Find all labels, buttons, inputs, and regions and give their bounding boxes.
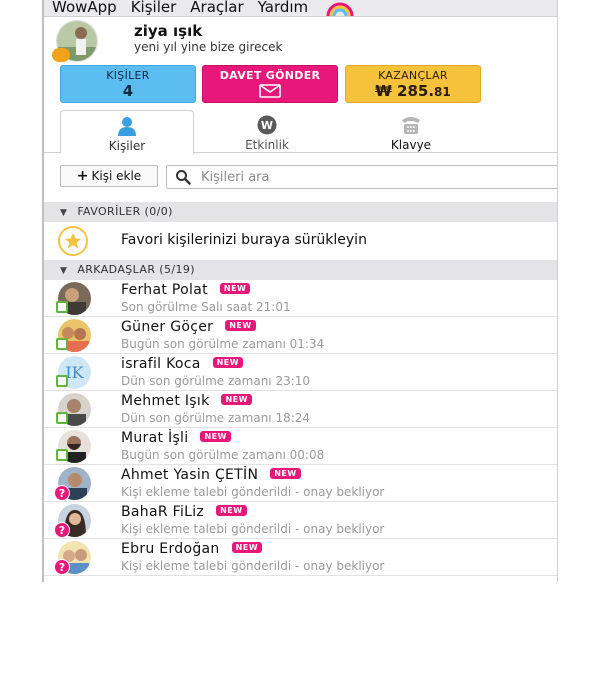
menu-wowapp[interactable]: WowApp [52, 0, 117, 16]
contact-name: israfil Koca NEW [121, 356, 244, 372]
contact-name: Ahmet Yasin ÇETİN NEW [121, 467, 301, 483]
profile-header: ziya ışık yeni yıl yine bize girecek [44, 18, 557, 64]
contact-name-text: Güner Göçer [121, 319, 214, 335]
favorites-section-header[interactable]: ▼ FAVORİLER (0/0) [44, 202, 557, 222]
tab-contacts-label: Kişiler [108, 139, 146, 153]
contact-name-text: BahaR FiLiz [121, 504, 205, 520]
rainbow-logo-icon [326, 2, 354, 16]
contact-row[interactable]: ? Ahmet Yasin ÇETİN NEW Kişi ekleme taleb… [44, 465, 557, 502]
online-status-icon [56, 375, 68, 387]
new-badge: NEW [270, 468, 301, 479]
tab-keypad[interactable]: Klavye [344, 110, 478, 154]
main-tabs: Kişiler W Etkinlik Klavye [44, 108, 557, 154]
contact-request-status: Kişi ekleme talebi gönderildi - onay bek… [121, 559, 385, 573]
person-icon [118, 117, 136, 136]
contact-row[interactable]: ? BahaR FiLiz NEW Kişi ekleme talebi gönd… [44, 502, 557, 539]
send-invite-button[interactable]: DAVET GÖNDER [202, 65, 338, 103]
contact-list: Ferhat Polat NEW Son görülme Salı saat 21… [44, 280, 557, 576]
friends-section-title: ARKADAŞLAR (5/19) [77, 263, 195, 276]
contact-last-seen: Dün son görülme zamanı 23:10 [121, 374, 311, 388]
tab-activity-label: Etkinlik [245, 138, 289, 152]
contacts-count-button[interactable]: KİŞİLER 4 [60, 65, 196, 103]
contact-name: Güner Göçer NEW [121, 319, 256, 335]
search-icon [176, 170, 191, 185]
contact-name: Ebru Erdoğan NEW [121, 541, 263, 557]
search-box[interactable] [166, 165, 557, 189]
profile-name: ziya ışık [134, 22, 203, 40]
svg-text:W: W [261, 119, 273, 132]
star-icon [58, 226, 88, 256]
earnings-cents: 81 [434, 85, 451, 99]
contact-row[interactable]: Ferhat Polat NEW Son görülme Salı saat 21… [44, 280, 557, 317]
contact-request-status: Kişi ekleme talebi gönderildi - onay bek… [121, 522, 385, 536]
contact-last-seen: Bugün son görülme zamanı 01:34 [121, 337, 325, 351]
online-status-icon [56, 301, 68, 313]
away-status-icon [52, 48, 70, 62]
contact-last-seen: Dün son görülme zamanı 18:24 [121, 411, 311, 425]
won-coin-icon: W [257, 115, 277, 135]
contact-request-status: Kişi ekleme talebi gönderildi - onay bek… [121, 485, 385, 499]
online-status-icon [56, 338, 68, 350]
new-badge: NEW [216, 505, 247, 516]
contacts-count-value: 4 [122, 82, 134, 100]
contact-row[interactable]: Mehmet Işık NEW Dün son görülme zamanı 18… [44, 391, 557, 428]
new-badge: NEW [225, 320, 256, 331]
plus-icon: + [76, 168, 89, 184]
contact-name: Ferhat Polat NEW [121, 282, 251, 298]
menu-tools[interactable]: Araçlar [190, 0, 243, 16]
contact-name-text: israfil Koca [121, 356, 201, 372]
collapse-caret-icon: ▼ [60, 266, 68, 276]
online-status-icon [56, 412, 68, 424]
contacts-toolbar: + Kişi ekle [44, 163, 557, 191]
collapse-caret-icon: ▼ [60, 208, 68, 218]
favorites-drop-zone[interactable]: Favori kişilerinizi buraya sürükleyin [44, 222, 557, 259]
contact-name: BahaR FiLiz NEW [121, 504, 247, 520]
won-currency-icon: ₩ [375, 82, 392, 100]
tab-contacts[interactable]: Kişiler [60, 110, 194, 154]
menu-help[interactable]: Yardım [258, 0, 309, 16]
contact-last-seen: Son görülme Salı saat 21:01 [121, 300, 291, 314]
pending-request-icon: ? [54, 522, 70, 538]
contact-row[interactable]: IK israfil Koca NEW Dün son görülme zaman… [44, 354, 557, 391]
new-badge: NEW [221, 394, 252, 405]
contact-name-text: Ebru Erdoğan [121, 541, 220, 557]
contact-row[interactable]: Güner Göçer NEW Bugün son görülme zamanı … [44, 317, 557, 354]
new-badge: NEW [219, 283, 251, 294]
add-contact-button[interactable]: + Kişi ekle [60, 165, 158, 187]
tab-keypad-label: Klavye [390, 138, 432, 152]
add-contact-label: Kişi ekle [91, 169, 142, 183]
new-badge: NEW [200, 431, 231, 442]
tab-activity[interactable]: W Etkinlik [200, 110, 334, 154]
contact-last-seen: Bugün son görülme zamanı 00:08 [121, 448, 325, 462]
menu-bar: WowApp Kişiler Araçlar Yardım [44, 0, 557, 17]
earnings-main: 285. [397, 82, 435, 100]
contact-row[interactable]: Murat İşli NEW Bugün son görülme zamanı 0… [44, 428, 557, 465]
pending-request-icon: ? [54, 559, 70, 575]
profile-status-message[interactable]: yeni yıl yine bize girecek [134, 40, 282, 54]
earnings-button[interactable]: KAZANÇLAR ₩ 285.81 [345, 65, 481, 103]
new-badge: NEW [212, 357, 244, 368]
favorites-hint: Favori kişilerinizi buraya sürükleyin [121, 232, 367, 248]
wowapp-window: WowApp Kişiler Araçlar Yardım ziya ışık … [42, 0, 558, 582]
contact-name-text: Mehmet Işık [121, 393, 210, 409]
friends-section-header[interactable]: ▼ ARKADAŞLAR (5/19) [44, 260, 557, 280]
search-input[interactable] [201, 168, 551, 186]
contact-name: Murat İşli NEW [121, 430, 231, 446]
contacts-count-label: KİŞİLER [106, 69, 150, 82]
send-invite-label: DAVET GÖNDER [219, 69, 321, 82]
online-status-icon [56, 449, 68, 461]
contact-name: Mehmet Işık NEW [121, 393, 252, 409]
contact-name-text: Ferhat Polat [121, 282, 208, 298]
earnings-value: ₩ 285.81 [346, 82, 480, 101]
envelope-icon [259, 84, 281, 98]
new-badge: NEW [231, 542, 263, 553]
menu-contacts[interactable]: Kişiler [131, 0, 177, 16]
contact-name-text: Ahmet Yasin ÇETİN [121, 467, 259, 483]
pending-request-icon: ? [54, 485, 70, 501]
favorites-section-title: FAVORİLER (0/0) [77, 205, 173, 218]
contact-name-text: Murat İşli [121, 430, 189, 446]
earnings-label: KAZANÇLAR [378, 69, 448, 82]
phone-keypad-icon [402, 117, 420, 134]
contact-row[interactable]: ? Ebru Erdoğan NEW Kişi ekleme talebi gön… [44, 539, 557, 576]
